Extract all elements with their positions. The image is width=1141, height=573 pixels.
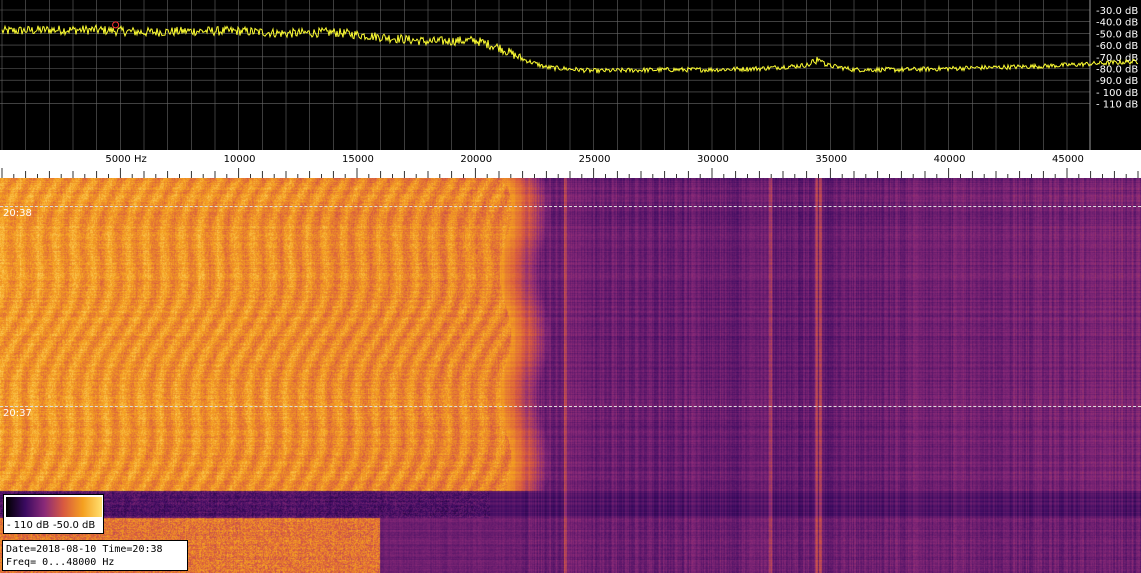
freq-tick-label: 20000 [460,154,492,165]
freq-tick-label: 5000 Hz [105,154,146,165]
time-mark-line [0,406,1141,407]
spectrum-plot[interactable]: -30.0 dB -40.0 dB -50.0 dB -60.0 dB -70.0 dB… [0,0,1141,150]
db-scale-label: -40.0 dB [1096,18,1138,29]
freq-tick-label: 35000 [815,154,847,165]
db-scale-label: -50.0 dB [1096,29,1138,40]
colorbar-legend: - 110 dB -50.0 dB [3,494,104,534]
colorbar-min-label: - 110 dB [7,520,50,531]
db-scale-label: -90.0 dB [1096,76,1138,87]
waterfall-canvas [0,178,1141,573]
peak-marker [112,21,120,29]
frequency-axis: 5000 Hz 10000 15000 20000 25000 30000 35000 400… [0,150,1141,178]
db-scale-label: -30.0 dB [1096,6,1138,17]
colorbar-gradient [6,497,102,517]
freq-tick-label: 10000 [224,154,256,165]
freq-range-readout: Freq= 0...48000 Hz [6,557,115,568]
freq-tick-label: 15000 [342,154,374,165]
waterfall-display[interactable]: 20:38 20:37 [0,178,1141,573]
db-scale-label: -60.0 dB [1096,41,1138,52]
time-mark-line [0,206,1141,207]
date-time-readout: Date=2018-08-10 Time=20:38 [6,544,163,555]
time-mark-label: 20:38 [3,208,32,219]
frequency-axis-svg: 5000 Hz 10000 15000 20000 25000 30000 35000 400… [1,154,1139,178]
freq-tick-label: 45000 [1052,154,1084,165]
time-mark-label: 20:37 [3,408,32,419]
freq-tick-label: 30000 [697,154,729,165]
spectrum-svg: -30.0 dB-40.0 dB-50.0 dB-60.0 dB-70.0 dB… [0,0,1138,150]
db-scale-label: -80.0 dB [1096,65,1138,76]
freq-tick-label: 40000 [934,154,966,165]
info-box: Date=2018-08-10 Time=20:38 Freq= 0...480… [2,540,188,571]
freq-tick-label: 25000 [579,154,611,165]
colorbar-max-label: -50.0 dB [53,520,96,531]
db-scale-label: - 110 dB [1096,100,1138,111]
db-scale-label: - 100 dB [1096,88,1138,99]
